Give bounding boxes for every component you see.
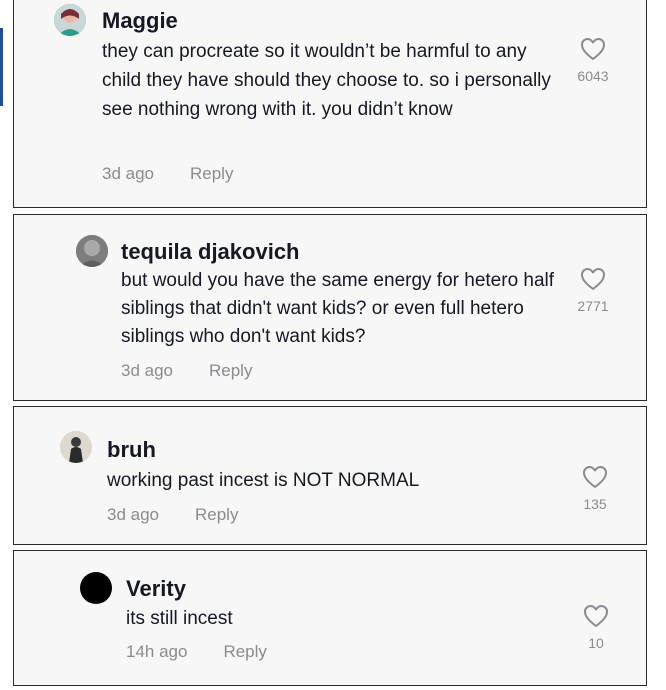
avatar[interactable]: [76, 235, 108, 267]
comment-text: its still incest: [126, 608, 233, 629]
heart-outline-icon[interactable]: [580, 37, 606, 61]
comment-time: 14h ago: [126, 642, 188, 661]
reply-button[interactable]: Reply: [209, 361, 252, 380]
reply-button[interactable]: Reply: [190, 164, 233, 183]
avatar[interactable]: [80, 572, 112, 604]
comment-meta: 3d ago Reply: [107, 505, 238, 525]
comment-text: working past incest is NOT NORMAL: [107, 470, 420, 491]
like-count: 135: [583, 496, 607, 512]
like-count: 6043: [577, 68, 609, 84]
comment-username[interactable]: Maggie: [102, 8, 178, 34]
like-button[interactable]: 10: [566, 604, 626, 651]
comment-username[interactable]: tequila djakovich: [121, 239, 300, 265]
comment-meta: 14h ago Reply: [126, 642, 267, 662]
like-button[interactable]: 135: [565, 465, 625, 512]
comment-card: Maggie they can procreate so it wouldn’t…: [13, 0, 647, 208]
avatar[interactable]: [60, 431, 92, 463]
comment-text: they can procreate so it wouldn’t be har…: [102, 41, 551, 120]
comment-card: tequila djakovich but would you have the…: [13, 214, 647, 401]
comment-card: Verity its still incest 14h ago Reply 10: [13, 550, 647, 686]
comment-meta: 3d ago Reply: [102, 164, 233, 184]
reply-button[interactable]: Reply: [195, 505, 238, 524]
comment-meta: 3d ago Reply: [121, 361, 252, 381]
heart-outline-icon[interactable]: [582, 465, 608, 489]
left-accent-bar: [0, 28, 3, 106]
like-count: 10: [588, 635, 604, 651]
comment-username[interactable]: bruh: [107, 437, 156, 463]
avatar[interactable]: [54, 4, 86, 36]
comment-text: but would you have the same energy for h…: [121, 270, 555, 347]
heart-outline-icon[interactable]: [583, 604, 609, 628]
comment-username[interactable]: Verity: [126, 576, 186, 602]
like-button[interactable]: 6043: [563, 37, 623, 84]
like-count: 2771: [577, 298, 609, 314]
comment-time: 3d ago: [121, 361, 173, 380]
comment-card: bruh working past incest is NOT NORMAL 3…: [13, 406, 647, 545]
comment-time: 3d ago: [102, 164, 154, 183]
comment-time: 3d ago: [107, 505, 159, 524]
reply-button[interactable]: Reply: [223, 642, 266, 661]
comment-thread: Maggie they can procreate so it wouldn’t…: [0, 0, 666, 690]
heart-outline-icon[interactable]: [580, 267, 606, 291]
like-button[interactable]: 2771: [563, 267, 623, 314]
